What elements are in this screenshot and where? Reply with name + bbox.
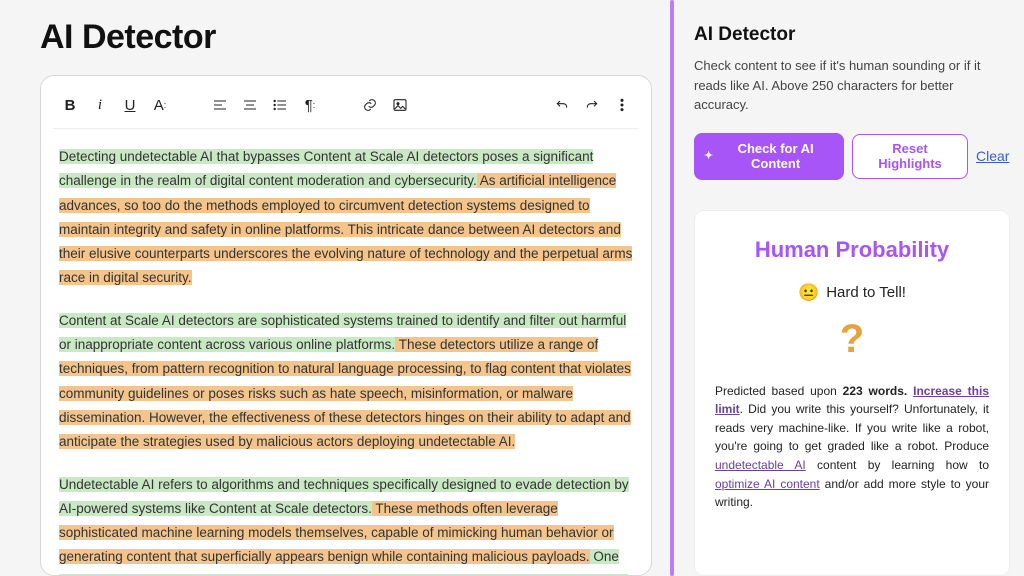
highlight-orange: However, the effectiveness of these dete… (59, 410, 631, 449)
actions-row: ✦ Check for AI Content Reset Highlights … (694, 133, 1010, 180)
check-ai-label: Check for AI Content (719, 141, 832, 172)
link-icon[interactable] (357, 92, 383, 118)
reset-highlights-button[interactable]: Reset Highlights (852, 134, 968, 179)
clear-link[interactable]: Clear (976, 148, 1009, 164)
vertical-divider (670, 0, 674, 576)
verdict-row: 😐 Hard to Tell! (715, 283, 989, 303)
editor-card: B i U A: ¶: (40, 75, 652, 576)
optimize-ai-link[interactable]: optimize AI content (715, 477, 820, 491)
italic-button[interactable]: i (87, 92, 113, 118)
align-center-icon[interactable] (237, 92, 263, 118)
bold-button[interactable]: B (57, 92, 83, 118)
sidebar-description: Check content to see if it's human sound… (694, 56, 1010, 115)
paragraph-icon[interactable]: ¶: (297, 92, 323, 118)
redo-icon[interactable] (579, 92, 605, 118)
image-icon[interactable] (387, 92, 413, 118)
editor-paragraph: Content at Scale AI detectors are sophis… (59, 309, 633, 455)
word-count: 223 words. (843, 384, 908, 398)
editor-textarea[interactable]: Detecting undetectable AI that bypasses … (53, 129, 639, 575)
editor-paragraph: Undetectable AI refers to algorithms and… (59, 473, 633, 575)
align-left-icon[interactable] (207, 92, 233, 118)
result-card: Human Probability 😐 Hard to Tell! ? Pred… (694, 210, 1010, 576)
font-button[interactable]: A: (147, 92, 173, 118)
verdict-label: Hard to Tell! (826, 284, 906, 301)
prediction-text: Predicted based upon 223 words. Increase… (715, 382, 989, 512)
sidebar-title: AI Detector (694, 24, 1010, 46)
list-icon[interactable] (267, 92, 293, 118)
undetectable-ai-link[interactable]: undetectable AI (715, 458, 806, 472)
editor-toolbar: B i U A: ¶: (53, 86, 639, 129)
underline-button[interactable]: U (117, 92, 143, 118)
check-ai-button[interactable]: ✦ Check for AI Content (694, 133, 844, 180)
human-probability-title: Human Probability (715, 237, 989, 263)
question-mark-icon: ? (715, 317, 989, 362)
more-icon[interactable] (609, 92, 635, 118)
undo-icon[interactable] (549, 92, 575, 118)
page-title: AI Detector (40, 18, 652, 57)
sparkle-icon: ✦ (704, 150, 713, 163)
editor-paragraph: Detecting undetectable AI that bypasses … (59, 145, 633, 291)
neutral-face-icon: 😐 (798, 283, 819, 303)
